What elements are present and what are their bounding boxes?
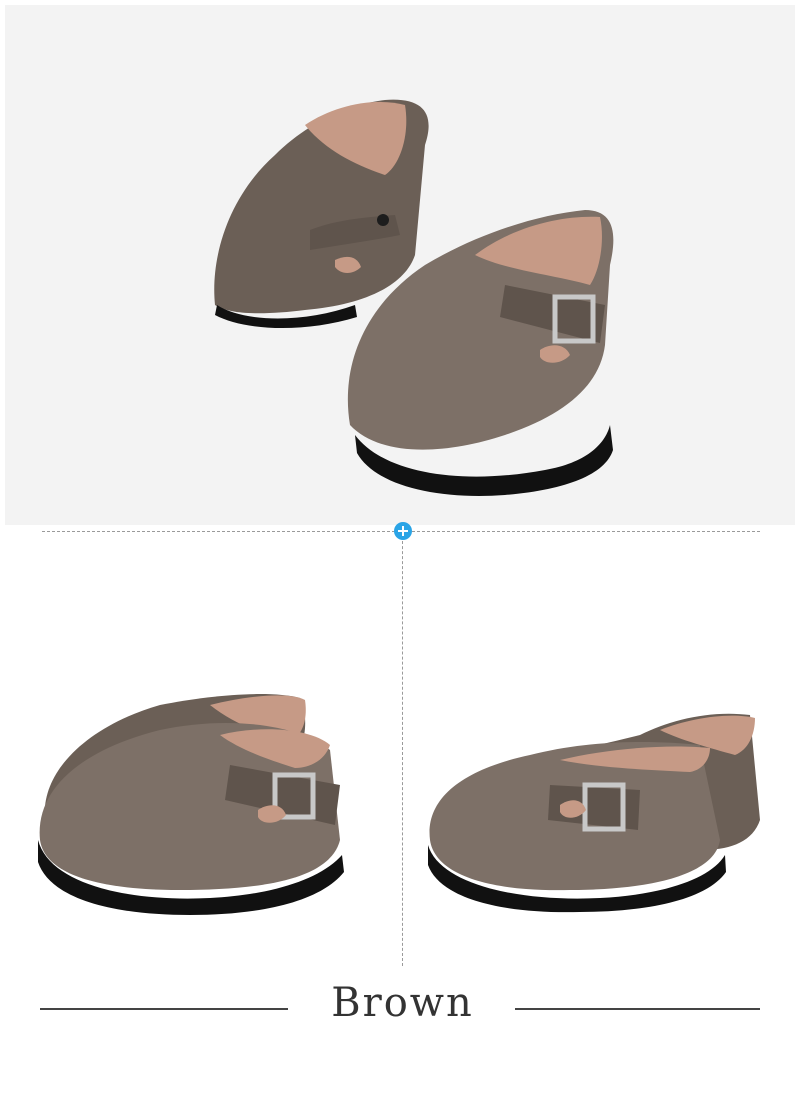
- right-rule: [515, 1008, 760, 1010]
- plus-icon: [394, 522, 412, 540]
- bottom-right-shoe-photo: [410, 640, 790, 920]
- vertical-divider: [402, 531, 403, 966]
- top-shoe-photo: [5, 5, 795, 525]
- product-color-section: Brown: [0, 0, 800, 1100]
- color-name-label: Brown: [331, 980, 474, 1026]
- bottom-left-shoe-photo: [10, 640, 390, 920]
- left-rule: [40, 1008, 288, 1010]
